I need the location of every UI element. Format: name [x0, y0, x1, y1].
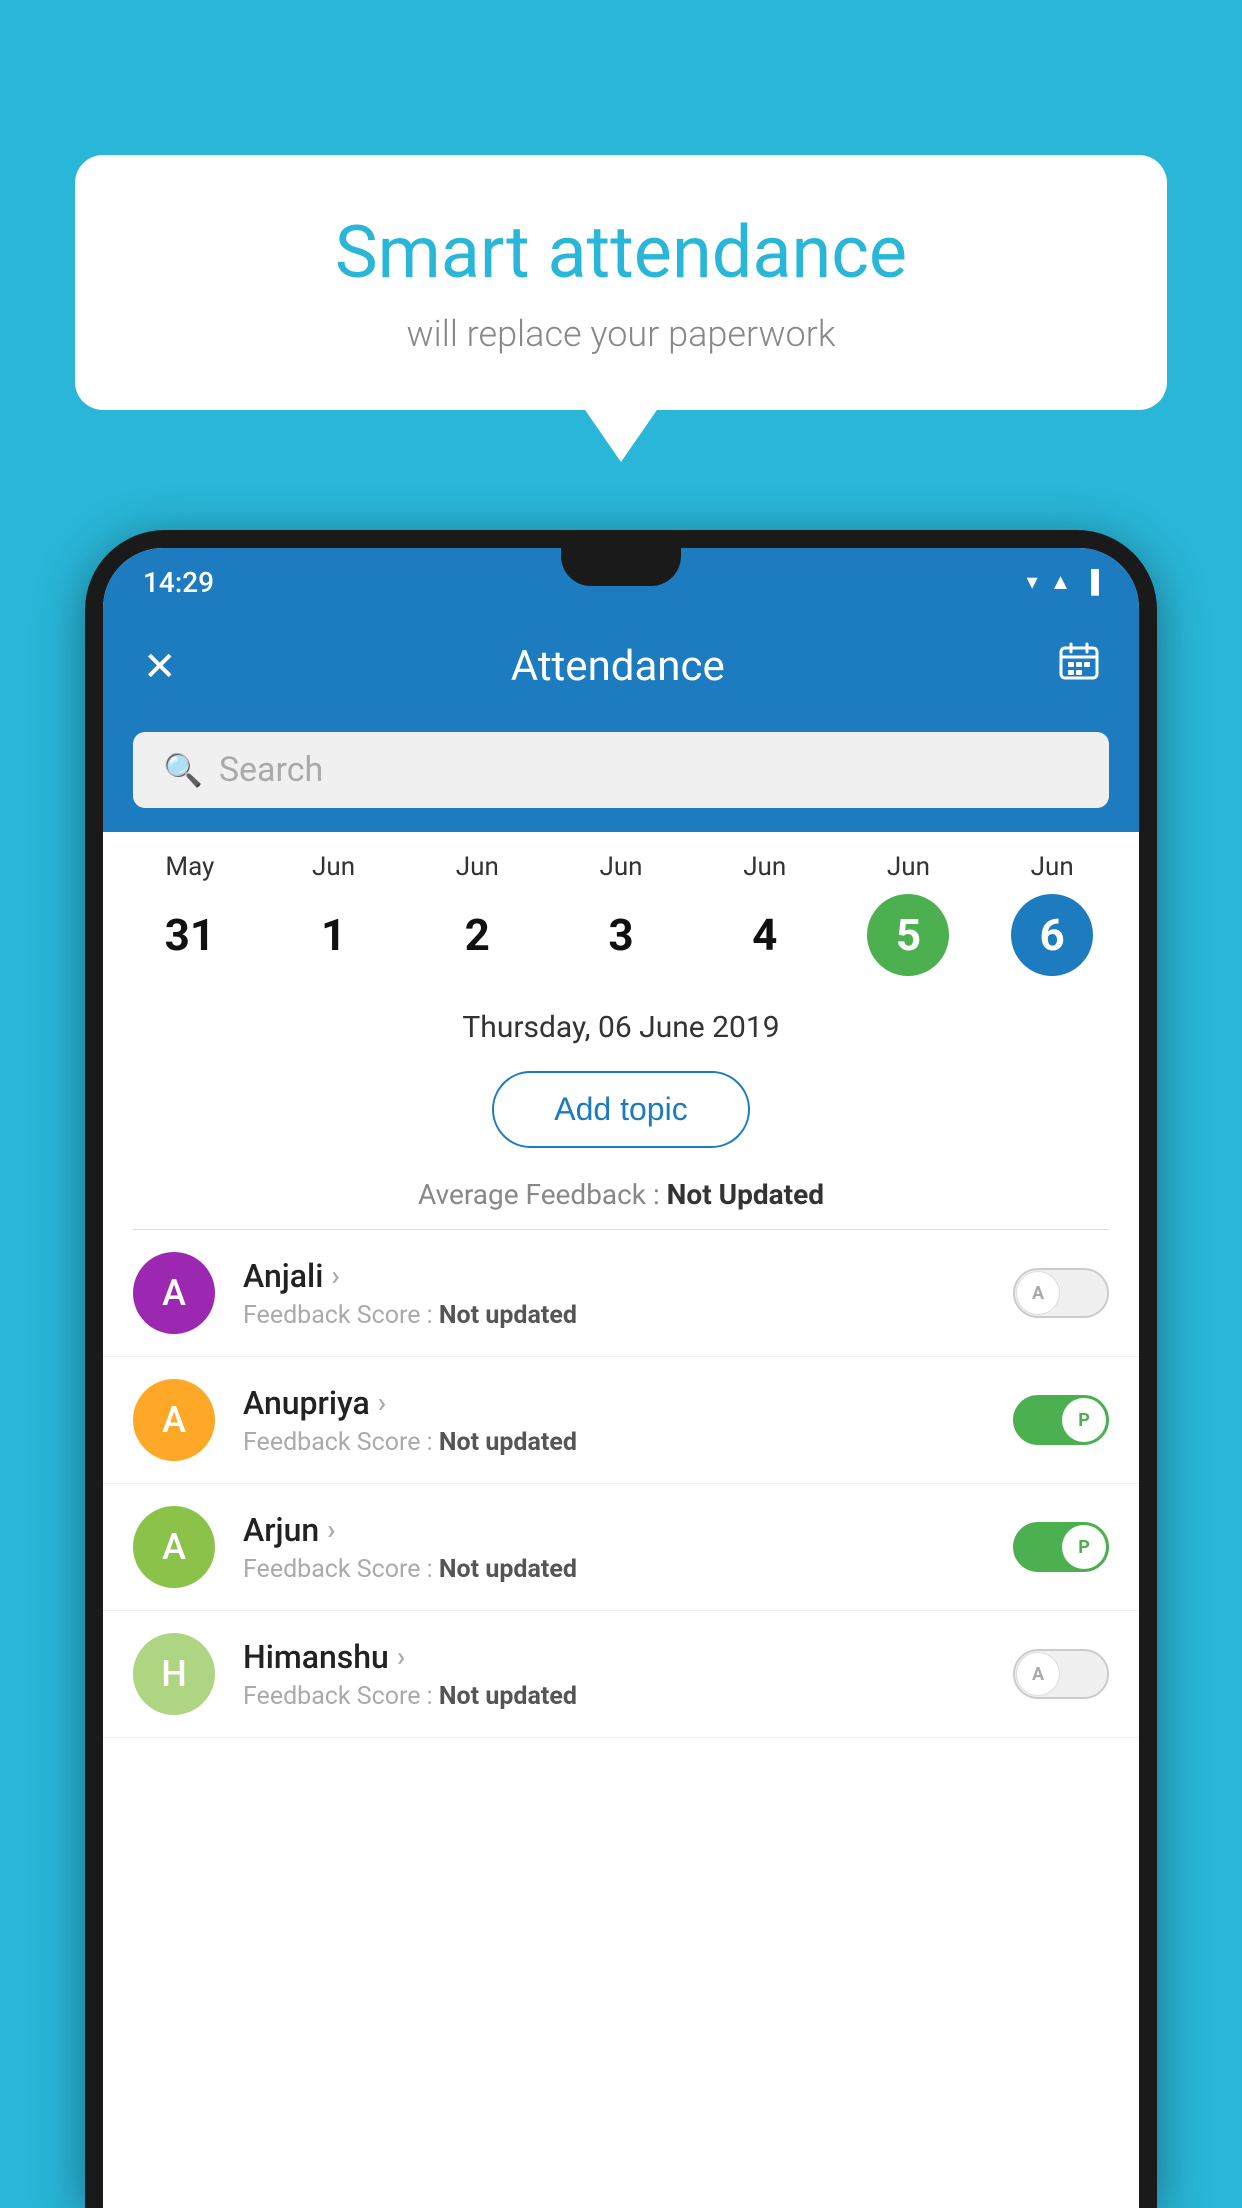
bubble-title: Smart attendance [135, 210, 1107, 295]
cal-month-label: Jun [887, 852, 930, 882]
wifi-icon: ▾ [1027, 570, 1038, 595]
chevron-icon: › [331, 1259, 339, 1292]
cal-month-label: Jun [456, 852, 499, 882]
toggle-switch[interactable]: P [1013, 1395, 1109, 1445]
cal-date-number[interactable]: 5 [867, 894, 949, 976]
battery-icon: ▐ [1083, 569, 1099, 595]
student-item-1: A Anupriya › Feedback Score : Not updated P [103, 1357, 1139, 1484]
signal-icon: ▲ [1050, 569, 1072, 595]
toggle-knob: A [1016, 1271, 1060, 1315]
toggle-switch[interactable]: A [1013, 1268, 1109, 1318]
phone-screen: 14:29 ▾ ▲ ▐ ✕ Attendance [103, 548, 1139, 2208]
search-bar[interactable]: 🔍 Search [133, 732, 1109, 808]
student-info: Anjali › Feedback Score : Not updated [243, 1257, 1013, 1330]
chevron-icon: › [378, 1386, 386, 1419]
app-bar: ✕ Attendance [103, 616, 1139, 716]
student-name[interactable]: Anjali › [243, 1257, 1013, 1295]
cal-date-number[interactable]: 3 [580, 894, 662, 976]
chevron-icon: › [327, 1513, 335, 1546]
calendar-day-1[interactable]: Jun 1 [262, 852, 406, 976]
student-info: Arjun › Feedback Score : Not updated [243, 1511, 1013, 1584]
student-avatar: A [133, 1379, 215, 1461]
search-input[interactable]: Search [219, 750, 323, 790]
add-topic-container: Add topic [103, 1061, 1139, 1168]
student-item-3: H Himanshu › Feedback Score : Not updatedA [103, 1611, 1139, 1738]
student-avatar: A [133, 1506, 215, 1588]
phone-frame: 14:29 ▾ ▲ ▐ ✕ Attendance [85, 530, 1157, 2208]
calendar-day-3[interactable]: Jun 3 [549, 852, 693, 976]
calendar-day-2[interactable]: Jun 2 [405, 852, 549, 976]
calendar-icon[interactable] [1059, 642, 1099, 690]
student-score: Feedback Score : Not updated [243, 1555, 1013, 1584]
toggle-knob: P [1062, 1398, 1106, 1442]
calendar-strip: May 31 Jun 1 Jun 2 Jun 3 Jun 4 Jun 5 Jun 6 [103, 832, 1139, 986]
selected-date-bar: Thursday, 06 June 2019 [103, 986, 1139, 1061]
calendar-day-6[interactable]: Jun 6 [980, 852, 1124, 976]
cal-month-label: Jun [599, 852, 642, 882]
student-name[interactable]: Arjun › [243, 1511, 1013, 1549]
attendance-toggle[interactable]: P [1013, 1522, 1109, 1572]
cal-date-number[interactable]: 6 [1011, 894, 1093, 976]
toggle-switch[interactable]: A [1013, 1649, 1109, 1699]
avg-feedback: Average Feedback : Not Updated [103, 1168, 1139, 1229]
attendance-toggle[interactable]: A [1013, 1268, 1109, 1318]
toggle-knob: A [1016, 1652, 1060, 1696]
search-icon: 🔍 [163, 751, 203, 789]
calendar-day-0[interactable]: May 31 [118, 852, 262, 976]
notch [561, 548, 681, 586]
close-button[interactable]: ✕ [143, 643, 177, 690]
search-container: 🔍 Search [103, 716, 1139, 832]
cal-month-label: Jun [1031, 852, 1074, 882]
toggle-switch[interactable]: P [1013, 1522, 1109, 1572]
add-topic-button[interactable]: Add topic [492, 1071, 749, 1148]
student-item-0: AAnjali ›Feedback Score : Not updatedA [103, 1230, 1139, 1357]
student-name[interactable]: Anupriya › [243, 1384, 1013, 1422]
attendance-toggle[interactable]: A [1013, 1649, 1109, 1699]
toggle-knob: P [1062, 1525, 1106, 1569]
student-score: Feedback Score : Not updated [243, 1682, 1013, 1711]
student-name[interactable]: Himanshu › [243, 1638, 1013, 1676]
attendance-toggle[interactable]: P [1013, 1395, 1109, 1445]
status-icons: ▾ ▲ ▐ [1027, 569, 1099, 595]
avg-feedback-value: Not Updated [667, 1178, 824, 1211]
student-score: Feedback Score : Not updated [243, 1301, 1013, 1330]
student-avatar: H [133, 1633, 215, 1715]
speech-bubble-container: Smart attendance will replace your paper… [75, 155, 1167, 410]
cal-date-number[interactable]: 2 [436, 894, 518, 976]
cal-date-number[interactable]: 31 [149, 894, 231, 976]
cal-month-label: May [165, 852, 214, 882]
cal-date-number[interactable]: 4 [724, 894, 806, 976]
student-score: Feedback Score : Not updated [243, 1428, 1013, 1457]
student-info: Himanshu › Feedback Score : Not updated [243, 1638, 1013, 1711]
chevron-icon: › [397, 1640, 405, 1673]
calendar-day-5[interactable]: Jun 5 [837, 852, 981, 976]
calendar-day-4[interactable]: Jun 4 [693, 852, 837, 976]
avg-feedback-label: Average Feedback : [418, 1178, 667, 1211]
status-time: 14:29 [143, 566, 214, 599]
cal-month-label: Jun [743, 852, 786, 882]
student-avatar: A [133, 1252, 215, 1334]
cal-month-label: Jun [312, 852, 355, 882]
student-info: Anupriya › Feedback Score : Not updated [243, 1384, 1013, 1457]
bubble-subtitle: will replace your paperwork [135, 313, 1107, 355]
app-bar-title: Attendance [511, 642, 725, 691]
status-bar: 14:29 ▾ ▲ ▐ [103, 548, 1139, 616]
speech-bubble: Smart attendance will replace your paper… [75, 155, 1167, 410]
cal-date-number[interactable]: 1 [293, 894, 375, 976]
student-item-2: A Arjun › Feedback Score : Not updated P [103, 1484, 1139, 1611]
student-list: AAnjali ›Feedback Score : Not updatedAAA… [103, 1230, 1139, 1738]
